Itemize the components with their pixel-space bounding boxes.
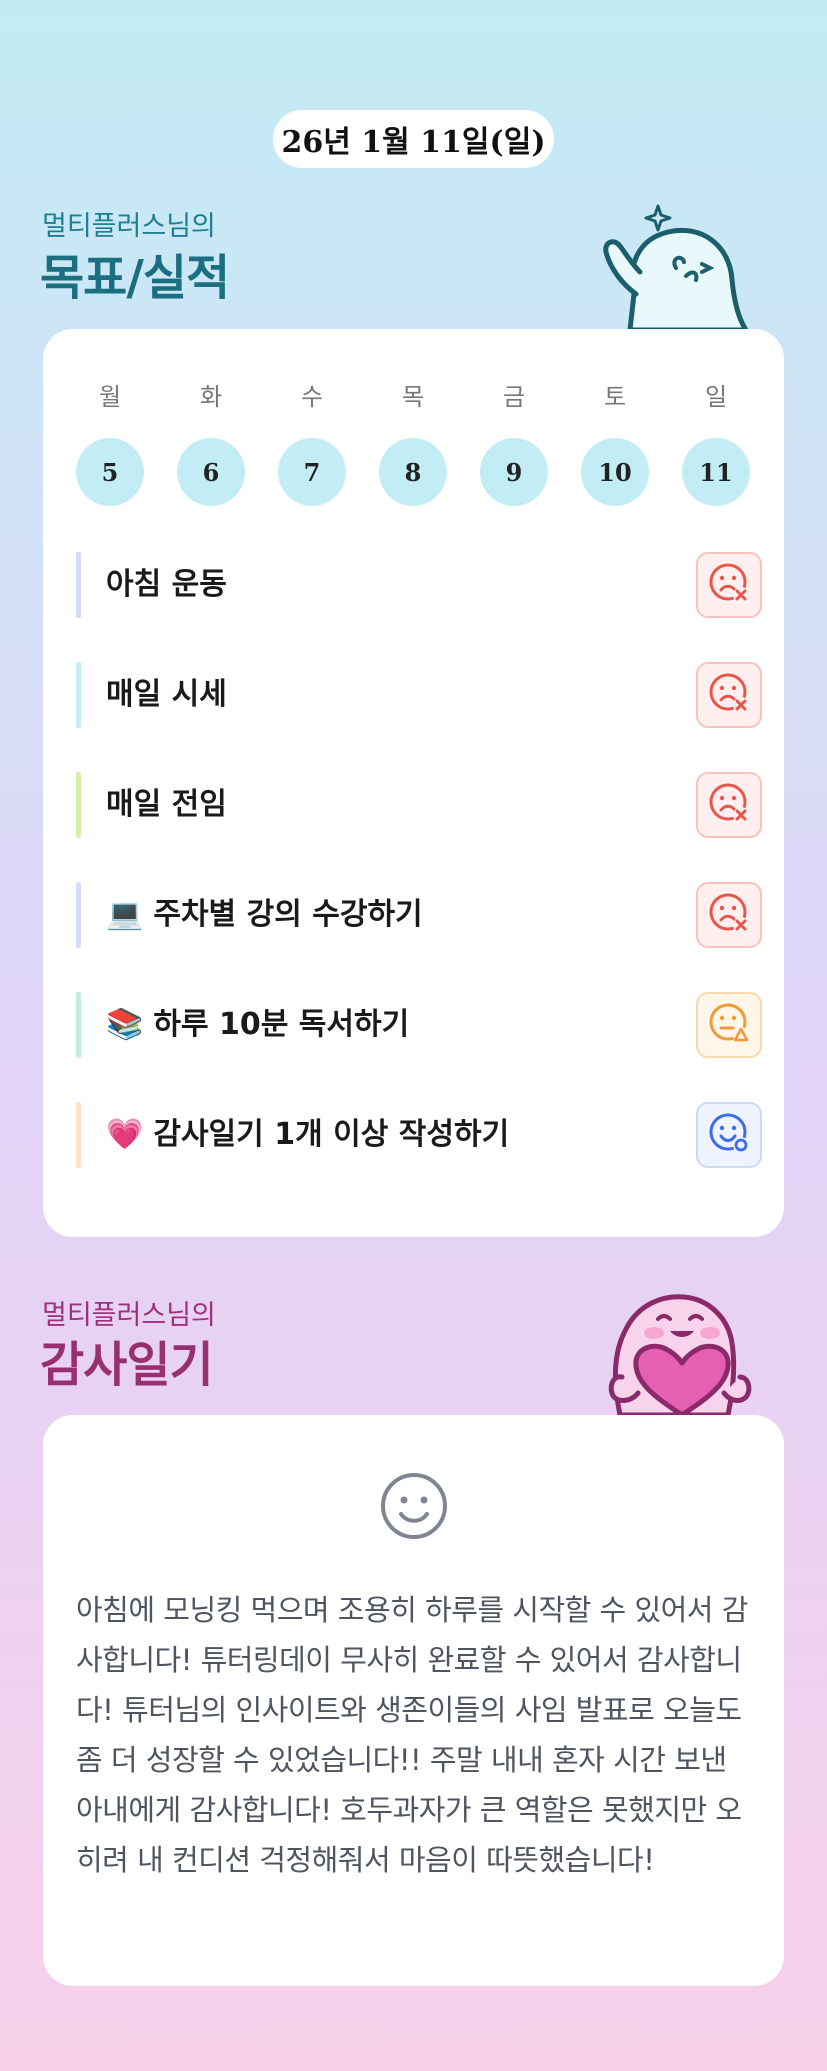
goal-color-bar [76,772,81,838]
goal-label: 📚 하루 10분 독서하기 [106,1007,410,1042]
gratitude-card: 아침에 모닝킹 먹으며 조용히 하루를 시작할 수 있어서 감사합니다! 튜터링… [43,1415,784,1986]
date-circle-6[interactable]: 6 [177,438,245,506]
heart-mascot-icon [608,1294,752,1415]
weekday-thu: 목 [401,383,425,411]
goal-status-button[interactable] [696,552,762,618]
ghost-mascot-icon [603,204,748,330]
date-circle-10[interactable]: 10 [581,438,649,506]
smile-icon[interactable] [379,1471,449,1541]
weekday-fri: 금 [502,383,526,411]
sad-face-x-icon [707,671,751,719]
goal-color-bar [76,662,81,728]
goal-item[interactable]: 📚 하루 10분 독서하기 [76,992,762,1058]
goal-item[interactable]: 💻 주차별 강의 수강하기 [76,882,762,948]
sad-face-x-icon [707,891,751,939]
goal-status-button[interactable] [696,882,762,948]
goal-color-bar [76,992,81,1058]
weekday-tue: 화 [199,383,223,411]
goal-label: 매일 전임 [106,787,227,822]
gratitude-title: 감사일기 [40,1337,214,1393]
goal-label: 아침 운동 [106,567,227,602]
weekday-labels: 월 화 수 목 금 토 일 [75,377,753,411]
neutral-face-triangle-icon [707,1001,751,1049]
week-dates: 5 6 7 8 9 10 11 [75,438,753,506]
weekday-sat: 토 [603,383,627,411]
laptop-icon: 💻 [106,897,144,932]
smile-face-circle-icon [707,1111,751,1159]
heart-icon: 💗 [106,1117,144,1152]
date-pill[interactable]: 26년 1월 11일(일) [273,110,554,168]
goal-item[interactable]: 매일 시세 [76,662,762,728]
goals-card: 월 화 수 목 금 토 일 5 6 7 8 9 10 11 아침 운동 매일 시… [43,329,784,1237]
goals-title: 목표/실적 [40,250,230,306]
weekday-sun: 일 [704,383,728,411]
date-circle-8[interactable]: 8 [379,438,447,506]
goal-color-bar [76,552,81,618]
sad-face-x-icon [707,561,751,609]
goal-label: 💗 감사일기 1개 이상 작성하기 [106,1117,510,1152]
gratitude-text: 아침에 모닝킹 먹으며 조용히 하루를 시작할 수 있어서 감사합니다! 튜터링… [76,1593,748,1877]
date-circle-7[interactable]: 7 [278,438,346,506]
goal-status-button[interactable] [696,772,762,838]
goal-item[interactable]: 매일 전임 [76,772,762,838]
goal-status-button[interactable] [696,992,762,1058]
weekday-mon: 월 [98,383,122,411]
goal-color-bar [76,1102,81,1168]
goal-label: 💻 주차별 강의 수강하기 [106,897,423,932]
goal-color-bar [76,882,81,948]
goal-status-button[interactable] [696,662,762,728]
goal-item[interactable]: 아침 운동 [76,552,762,618]
goal-item[interactable]: 💗 감사일기 1개 이상 작성하기 [76,1102,762,1168]
date-circle-5[interactable]: 5 [76,438,144,506]
date-circle-9[interactable]: 9 [480,438,548,506]
books-icon: 📚 [106,1007,144,1042]
sad-face-x-icon [707,781,751,829]
weekday-wed: 수 [300,383,324,411]
date-circle-11[interactable]: 11 [682,438,750,506]
goal-label: 매일 시세 [106,677,227,712]
goal-status-button[interactable] [696,1102,762,1168]
